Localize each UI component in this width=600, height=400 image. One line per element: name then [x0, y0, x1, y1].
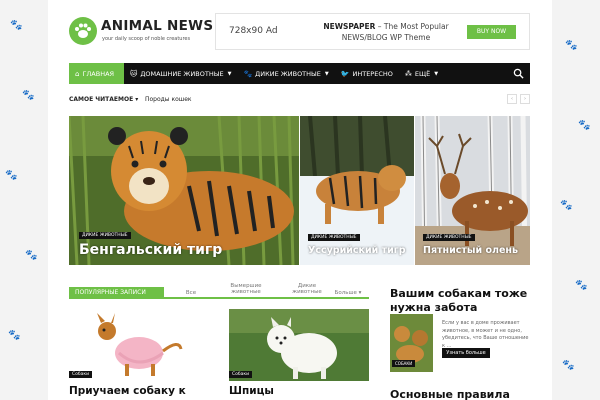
site-logo[interactable]: ANIMAL NEWS your daily scoop of noble cr… — [69, 17, 213, 45]
next-arrow-icon[interactable]: › — [520, 94, 530, 104]
tab-extinct[interactable]: Вымершие животные — [226, 283, 266, 295]
nav-label: ДИКИЕ ЖИВОТНЫЕ — [255, 69, 321, 78]
tab-all[interactable]: Все — [181, 290, 201, 296]
bird-icon: 🐦 — [340, 69, 350, 78]
nav-item-more[interactable]: ⁂ ЕЩЁ ▼ — [399, 63, 444, 84]
main-nav: ⌂ ГЛАВНАЯ 🐱 ДОМАШНИЕ ЖИВОТНЫЕ ▼ 🐾 ДИКИЕ … — [69, 63, 530, 84]
trending-bar: САМОЕ ЧИТАЕМОЕ ▾ Породы кошек ‹ › — [69, 94, 530, 105]
paw-print-icon: 🐾 — [562, 360, 575, 371]
category-badge[interactable]: Собаки — [229, 371, 253, 378]
category-badge[interactable]: ДИКИЕ ЖИВОТНЫЕ — [423, 234, 475, 241]
paw-print-icon: 🐾 — [8, 330, 21, 341]
nav-label: ГЛАВНАЯ — [82, 69, 115, 78]
nav-label: ЕЩЁ — [414, 69, 431, 78]
popular-posts-tabs: ПОПУЛЯРНЫЕ ЗАПИСИ Все Вымершие животные Д… — [69, 283, 369, 299]
paw-print-icon: 🐾 — [560, 200, 573, 211]
paw-icon: 🐾 — [243, 69, 253, 78]
hero-title[interactable]: Пятнистый олень — [423, 245, 518, 256]
prev-arrow-icon[interactable]: ‹ — [507, 94, 517, 104]
sidebar-post-title-2[interactable]: Основные правила — [390, 388, 510, 400]
paw-print-icon: 🐾 — [565, 40, 578, 51]
card-title[interactable]: Шпицы — [229, 385, 274, 397]
hero-title[interactable]: Бенгальский тигр — [79, 242, 222, 258]
sidebar-post-excerpt: Если у вас в доме проживает животное, в … — [442, 320, 529, 349]
hero-title[interactable]: Уссурийский тигр — [308, 245, 406, 256]
deer-image — [415, 116, 530, 265]
nav-item-home[interactable]: ⌂ ГЛАВНАЯ — [69, 63, 124, 84]
ad-size-label: 728x90 Ad — [229, 26, 278, 36]
card-image-chihuahua[interactable]: Собаки — [69, 309, 209, 381]
ad-brand: NEWSPAPER — [323, 22, 376, 31]
paw-print-icon: 🐾 — [25, 250, 38, 261]
sidebar-post-title[interactable]: Вашим собакам тоже нужна забота — [390, 287, 527, 315]
paw-logo-icon — [69, 17, 97, 45]
ad-text: NEWSPAPER – The Most Popular NEWS/BLOG W… — [301, 21, 471, 43]
tab-wild[interactable]: Дикие животные — [287, 283, 327, 295]
siberian-tiger-image — [300, 116, 414, 265]
chevron-down-icon: ▼ — [434, 70, 439, 77]
cat-icon: 🐱 — [130, 69, 138, 78]
grid-icon: ⁂ — [404, 69, 412, 78]
nav-item-wild[interactable]: 🐾 ДИКИЕ ЖИВОТНЫЕ ▼ — [237, 63, 334, 84]
trending-label: САМОЕ ЧИТАЕМОЕ ▾ — [69, 96, 139, 103]
buy-now-button[interactable]: BUY NOW — [467, 25, 516, 39]
paw-print-icon: 🐾 — [22, 90, 35, 101]
trending-item[interactable]: Породы кошек — [145, 96, 192, 103]
chevron-down-icon: ▼ — [227, 70, 232, 77]
sidebar-thumbnail[interactable]: СОБАКИ — [390, 314, 433, 372]
read-more-button[interactable]: Узнать больше — [442, 348, 490, 358]
hero-post-spotted-deer[interactable]: ДИКИЕ ЖИВОТНЫЕ Пятнистый олень — [415, 116, 530, 265]
page-container: ANIMAL NEWS your daily scoop of noble cr… — [48, 0, 552, 400]
paw-print-icon: 🐾 — [5, 170, 18, 181]
nav-label: ДОМАШНИЕ ЖИВОТНЫЕ — [140, 69, 224, 78]
tab-popular[interactable]: ПОПУЛЯРНЫЕ ЗАПИСИ — [69, 287, 164, 299]
category-badge[interactable]: Собаки — [69, 371, 93, 378]
logo-tagline: your daily scoop of noble creatures — [102, 36, 191, 42]
nav-item-interesting[interactable]: 🐦 ИНТЕРЕСНО — [335, 63, 399, 84]
ad-subtitle: NEWS/BLOG WP Theme — [341, 33, 431, 42]
paw-print-icon: 🐾 — [575, 280, 588, 291]
card-title[interactable]: Приучаем собаку к — [69, 385, 186, 397]
nav-label: ИНТЕРЕСНО — [352, 69, 393, 78]
card-image-spitz[interactable]: Собаки — [229, 309, 369, 381]
logo-title: ANIMAL NEWS — [101, 18, 214, 34]
ad-tagline: – The Most Popular — [375, 22, 449, 31]
category-badge[interactable]: ДИКИЕ ЖИВОТНЫЕ — [79, 232, 131, 239]
tab-more[interactable]: Больше ▾ — [331, 290, 365, 296]
chevron-down-icon: ▼ — [324, 70, 329, 77]
category-badge[interactable]: ДИКИЕ ЖИВОТНЫЕ — [308, 234, 360, 241]
ad-banner[interactable]: 728x90 Ad NEWSPAPER – The Most Popular N… — [215, 13, 530, 50]
paw-print-icon: 🐾 — [10, 20, 23, 31]
hero-post-ussuri-tiger[interactable]: ДИКИЕ ЖИВОТНЫЕ Уссурийский тигр — [300, 116, 414, 265]
search-icon[interactable] — [513, 68, 524, 79]
nav-item-pets[interactable]: 🐱 ДОМАШНИЕ ЖИВОТНЫЕ ▼ — [124, 63, 237, 84]
hero-post-bengal-tiger[interactable]: ДИКИЕ ЖИВОТНЫЕ Бенгальский тигр — [69, 116, 299, 265]
category-badge[interactable]: СОБАКИ — [392, 360, 416, 367]
paw-print-icon: 🐾 — [578, 120, 591, 131]
home-icon: ⌂ — [75, 69, 80, 78]
